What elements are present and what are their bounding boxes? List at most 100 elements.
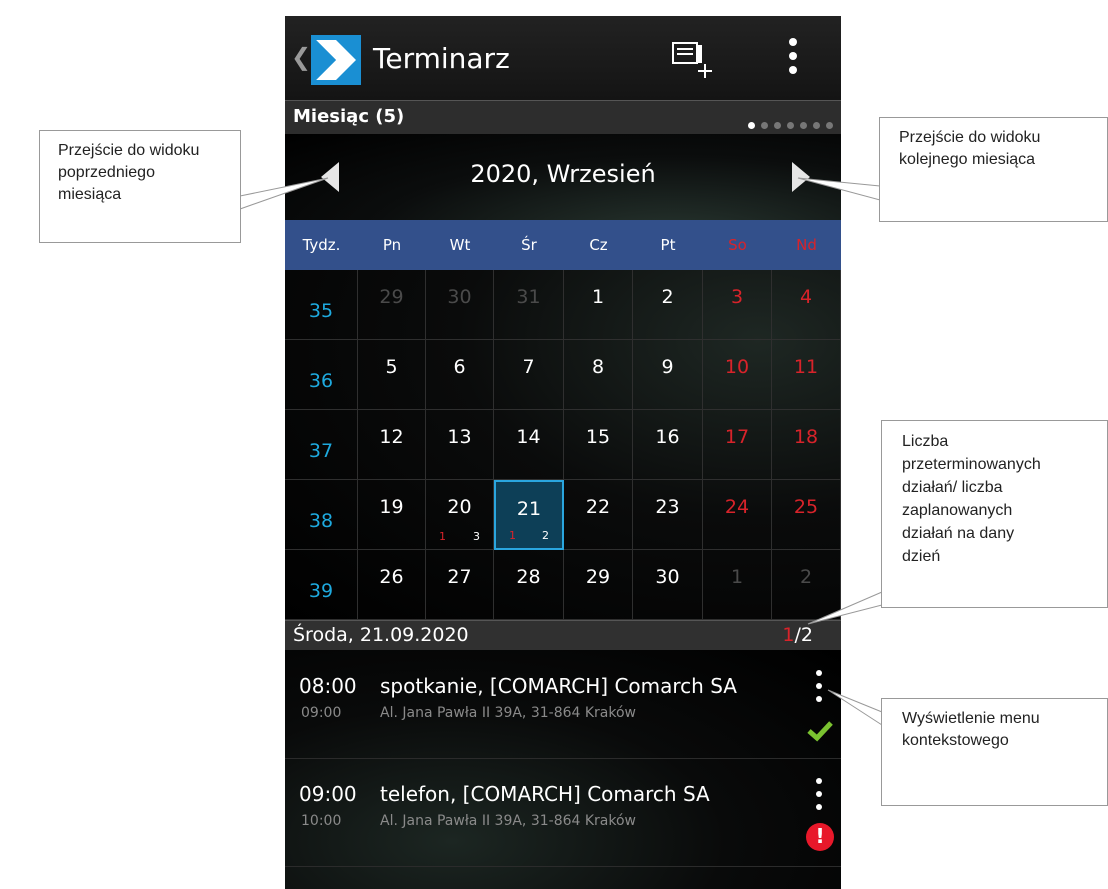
day-number: 12 xyxy=(379,426,404,448)
add-task-icon[interactable] xyxy=(667,34,717,84)
chevron-left-icon[interactable]: ❮ xyxy=(291,42,311,72)
event-list: 08:00 spotkanie, [COMARCH] Comarch SA 09… xyxy=(285,650,841,889)
day-cell[interactable]: 17 xyxy=(703,410,772,480)
day-cell[interactable]: 23 xyxy=(633,480,703,550)
check-icon xyxy=(807,721,833,742)
day-number: 30 xyxy=(655,566,680,588)
month-label: 2020, Wrzesień xyxy=(470,160,656,188)
calendar-grid: 35 29 30 31 1 2 3 4 36 5 6 7 8 9 10 11 37 12 13 14 15 16 17 18 3… xyxy=(285,270,841,620)
day-cell[interactable]: 1 xyxy=(564,270,633,340)
day-number: 27 xyxy=(447,566,472,588)
day-number: 8 xyxy=(591,356,605,378)
selected-date-label: Środa, 21.09.2020 xyxy=(293,624,469,646)
day-cell[interactable]: 19 xyxy=(358,480,426,550)
week-number-cell: 38 xyxy=(285,480,358,550)
day-cell[interactable]: 9 xyxy=(633,340,703,410)
weekday-header-cell: Pn xyxy=(382,236,402,254)
day-cell[interactable]: 3 xyxy=(703,270,772,340)
day-cell[interactable]: 31 xyxy=(494,270,564,340)
weekday-header-cell: Śr xyxy=(521,236,537,254)
day-number: 25 xyxy=(793,496,819,518)
day-cell[interactable]: 15 xyxy=(564,410,633,480)
context-menu-icon[interactable] xyxy=(813,778,825,812)
day-cell[interactable]: 2 xyxy=(772,550,841,620)
month-navigation: 2020, Wrzesień xyxy=(285,134,841,220)
day-cell[interactable]: 2 xyxy=(633,270,703,340)
day-cell[interactable]: 18 xyxy=(772,410,841,480)
event-item[interactable]: 08:00 spotkanie, [COMARCH] Comarch SA 09… xyxy=(285,650,841,759)
event-start-time: 08:00 xyxy=(299,674,357,698)
event-end-time: 10:00 xyxy=(301,813,342,829)
day-number: 9 xyxy=(661,356,674,378)
day-cell[interactable]: 11 xyxy=(772,340,841,410)
week-number-cell: 35 xyxy=(285,270,358,340)
day-cell[interactable]: 4 xyxy=(772,270,841,340)
page-dot xyxy=(774,122,781,129)
next-month-arrow-icon[interactable] xyxy=(792,162,810,192)
app-title: Terminarz xyxy=(373,42,510,75)
day-number: 1 xyxy=(730,566,744,588)
page-dot xyxy=(800,122,807,129)
day-cell[interactable]: 6 xyxy=(426,340,494,410)
day-cell[interactable]: 8 xyxy=(564,340,633,410)
day-cell[interactable]: 12 xyxy=(358,410,426,480)
total-count: /2 xyxy=(794,624,814,646)
context-menu-icon[interactable] xyxy=(813,670,825,704)
day-cell[interactable]: 29 xyxy=(358,270,426,340)
day-cell[interactable]: 22 xyxy=(564,480,633,550)
day-planned-count: 3 xyxy=(473,530,480,543)
day-number: 4 xyxy=(799,286,813,308)
day-number: 10 xyxy=(724,356,750,378)
callout-activity-count: Liczba przeterminowanych działań/ liczba… xyxy=(881,420,1108,608)
day-number: 29 xyxy=(585,566,611,588)
day-cell[interactable]: 20 1 3 xyxy=(426,480,494,550)
day-cell[interactable]: 25 xyxy=(772,480,841,550)
weekday-header: Tydz. Pn Wt Śr Cz Pt So Nd xyxy=(285,220,841,270)
day-number: 7 xyxy=(522,356,535,378)
view-section-bar: Miesiąc (5) xyxy=(285,100,841,135)
day-cell[interactable]: 1 xyxy=(703,550,772,620)
day-cell[interactable]: 30 xyxy=(633,550,703,620)
day-number: 11 xyxy=(793,356,819,378)
day-cell[interactable]: 10 xyxy=(703,340,772,410)
weekday-header-cell: So xyxy=(728,236,747,254)
overflow-menu-icon[interactable] xyxy=(785,36,801,86)
day-overdue-count: 1 xyxy=(439,530,446,543)
event-item[interactable]: 09:00 telefon, [COMARCH] Comarch SA 10:0… xyxy=(285,758,841,867)
day-cell[interactable]: 29 xyxy=(564,550,633,620)
week-number: 36 xyxy=(308,370,334,392)
day-cell[interactable]: 5 xyxy=(358,340,426,410)
day-cell[interactable]: 28 xyxy=(494,550,564,620)
week-number: 37 xyxy=(308,440,334,462)
day-cell[interactable]: 24 xyxy=(703,480,772,550)
day-number: 1 xyxy=(591,286,605,308)
callout-prev-month: Przejście do widoku poprzedniego miesiąc… xyxy=(39,130,241,243)
activity-count: 1/2 xyxy=(782,624,813,646)
selected-date-bar: Środa, 21.09.2020 1/2 xyxy=(285,620,841,651)
day-cell-selected[interactable]: 21 1 2 xyxy=(494,480,564,550)
weekday-header-cell: Wt xyxy=(449,236,471,254)
event-title: spotkanie, [COMARCH] Comarch SA xyxy=(380,674,737,698)
day-cell[interactable]: 13 xyxy=(426,410,494,480)
day-cell[interactable]: 27 xyxy=(426,550,494,620)
day-number: 18 xyxy=(793,426,819,448)
day-number: 21 xyxy=(516,498,542,520)
event-start-time: 09:00 xyxy=(299,782,357,806)
day-number: 26 xyxy=(379,566,404,588)
week-number: 38 xyxy=(308,510,334,532)
day-cell[interactable]: 30 xyxy=(426,270,494,340)
day-cell[interactable]: 7 xyxy=(494,340,564,410)
day-number: 14 xyxy=(516,426,541,448)
weekday-header-cell: Cz xyxy=(589,236,608,254)
callout-next-month: Przejście do widoku kolejnego miesiąca xyxy=(879,117,1108,222)
day-cell[interactable]: 14 xyxy=(494,410,564,480)
view-title: Miesiąc (5) xyxy=(293,106,405,127)
day-cell[interactable]: 26 xyxy=(358,550,426,620)
page-dot xyxy=(813,122,820,129)
day-cell[interactable]: 16 xyxy=(633,410,703,480)
phone-screen: ❮ Terminarz Miesiąc (5) 2020, Wrzesień T… xyxy=(285,16,841,889)
day-planned-count: 2 xyxy=(542,529,549,542)
event-title: telefon, [COMARCH] Comarch SA xyxy=(380,782,710,806)
page-dot xyxy=(826,122,833,129)
app-logo-icon[interactable] xyxy=(311,35,361,85)
